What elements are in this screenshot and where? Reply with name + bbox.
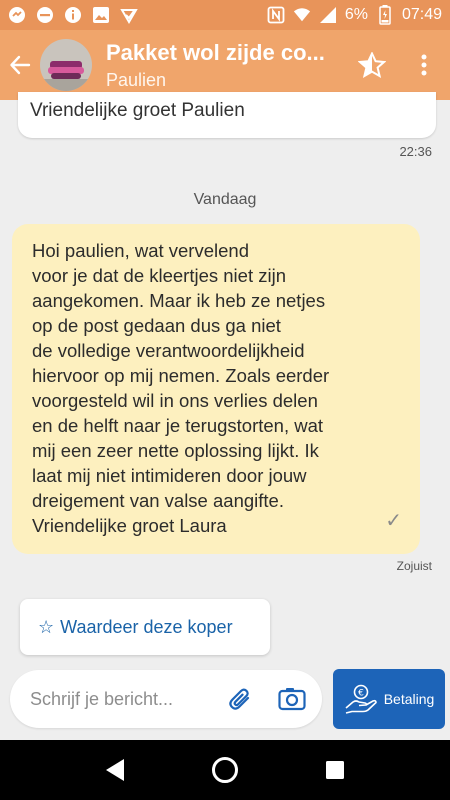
clock: 07:49 xyxy=(401,6,442,23)
day-separator: Vandaag xyxy=(193,191,257,208)
app-notification-icon xyxy=(120,6,138,24)
message-line: op de post gedaan dus ga niet xyxy=(32,315,281,336)
do-not-disturb-icon xyxy=(36,6,54,24)
outgoing-message-bubble[interactable]: Hoi paulien, wat vervelend voor je dat d… xyxy=(12,224,420,554)
contact-name: Paulien xyxy=(106,69,167,90)
message-time: Zojuist xyxy=(396,559,432,573)
message-line: voorgesteld wil in ons verlies delen xyxy=(32,390,318,411)
payment-label: Betaling xyxy=(383,691,435,707)
message-line: mij een zeer nette oplossing lijkt. Ik xyxy=(32,440,319,461)
nfc-icon xyxy=(267,6,285,24)
svg-text:€: € xyxy=(358,689,364,699)
circle-home-icon xyxy=(212,757,238,783)
listing-avatar[interactable] xyxy=(40,39,92,91)
arrow-left-icon xyxy=(10,55,31,75)
wifi-icon xyxy=(293,6,311,24)
paperclip-icon xyxy=(229,688,250,710)
message-line: de volledige verantwoordelijkheid xyxy=(32,340,305,361)
sent-check-icon: ✓ xyxy=(385,510,402,532)
incoming-message-bubble: Vriendelijke groet Paulien xyxy=(18,92,436,138)
square-recents-icon xyxy=(326,761,344,779)
camera-icon xyxy=(278,688,306,711)
back-button[interactable] xyxy=(0,30,40,100)
info-icon xyxy=(64,6,82,24)
message-input[interactable]: Schrijf je bericht... xyxy=(30,689,218,710)
favorite-button[interactable] xyxy=(346,30,398,100)
conversation-header: Pakket wol zijde co... Paulien xyxy=(0,30,450,100)
message-line: en de helft naar je terugstorten, wat xyxy=(32,415,324,436)
photo-button[interactable] xyxy=(270,677,314,721)
message-line: dreigement van valse aangifte. xyxy=(32,490,284,511)
hand-coin-icon: € xyxy=(344,684,378,714)
message-line: hiervoor op mij nemen. Zoals eerder xyxy=(32,365,330,386)
more-vert-icon xyxy=(421,54,427,76)
system-navigation-bar xyxy=(0,740,450,800)
message-time: 22:36 xyxy=(399,144,432,159)
triangle-back-icon xyxy=(106,759,124,781)
message-line: aangekomen. Maar ik heb ze netjes xyxy=(32,290,326,311)
message-line: Hoi paulien, wat vervelend xyxy=(32,240,249,261)
message-line: Vriendelijke groet Laura xyxy=(32,515,227,536)
image-icon xyxy=(92,6,110,24)
rate-buyer-button[interactable]: ☆ Waardeer deze koper xyxy=(20,599,270,655)
nav-recents-button[interactable] xyxy=(315,750,355,790)
nav-back-button[interactable] xyxy=(95,750,135,790)
star-half-icon xyxy=(358,52,386,78)
status-bar: 6% 07:49 xyxy=(0,0,450,30)
battery-icon xyxy=(376,5,394,25)
message-line: laat mij niet intimideren door jouw xyxy=(32,465,307,486)
battery-percentage: 6% xyxy=(344,6,368,23)
message-line: voor je dat de kleertjes niet zijn xyxy=(32,265,286,286)
message-composer: Schrijf je bericht... xyxy=(10,670,322,728)
message-text: Vriendelijke groet Paulien xyxy=(30,100,245,121)
messenger-notification-icon xyxy=(8,6,26,24)
star-outline-icon: ☆ xyxy=(38,616,55,637)
payment-button[interactable]: € Betaling xyxy=(333,669,445,729)
attachment-button[interactable] xyxy=(218,677,262,721)
more-options-button[interactable] xyxy=(398,30,450,100)
nav-home-button[interactable] xyxy=(205,750,245,790)
listing-title: Pakket wol zijde co... xyxy=(106,39,325,65)
header-titles[interactable]: Pakket wol zijde co... Paulien xyxy=(106,40,331,91)
signal-icon xyxy=(319,6,337,24)
rate-buyer-label: Waardeer deze koper xyxy=(60,616,233,637)
